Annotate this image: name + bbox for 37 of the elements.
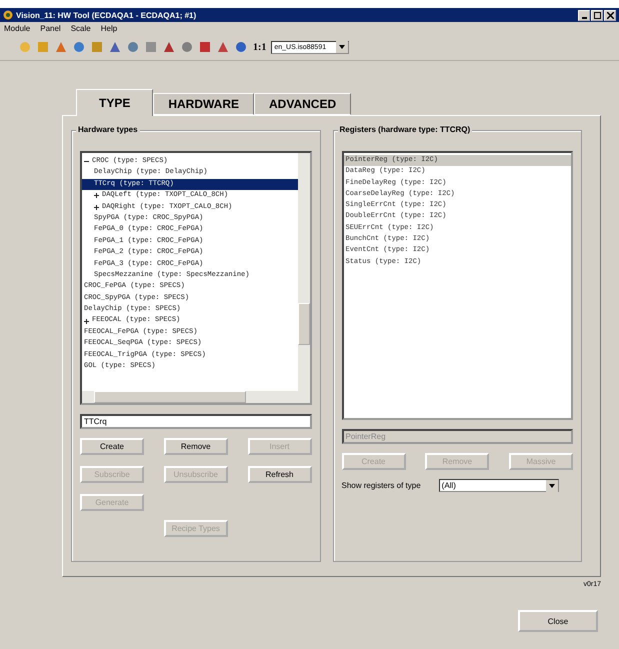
collapse-icon (84, 159, 89, 164)
maximize-button[interactable] (591, 10, 603, 20)
tab[interactable]: HARDWARE (153, 93, 254, 115)
close-button[interactable] (604, 10, 616, 20)
tab[interactable]: ADVANCED (254, 93, 352, 115)
app-icon (3, 10, 13, 20)
toolbar-icon[interactable] (90, 39, 104, 55)
window-title: Vision_11: HW Tool (ECDAQA1 - ECDAQA1; #1) (16, 10, 198, 20)
register-type-dropdown[interactable]: (All) (438, 479, 559, 492)
close-button[interactable]: Close (518, 610, 598, 632)
toolbar-icon[interactable] (234, 39, 248, 55)
vertical-scrollbar[interactable] (298, 153, 310, 391)
action-button[interactable]: Remove (164, 438, 228, 455)
group-title: Registers (hardware type: TTCRQ) (338, 125, 472, 134)
menu-item[interactable]: Help (100, 24, 118, 32)
name-field[interactable]: TTCrq (80, 414, 312, 429)
close-icon (606, 12, 614, 18)
group-title: Hardware types (76, 125, 140, 134)
toolbar-icon[interactable] (180, 39, 194, 55)
toolbar-icon[interactable] (144, 39, 158, 55)
toolbar-icon[interactable] (72, 39, 86, 55)
expand-icon (84, 318, 89, 324)
tab[interactable]: TYPE (76, 89, 154, 116)
minimize-button[interactable] (578, 10, 590, 20)
menu-item[interactable]: Panel (40, 24, 61, 32)
menu-item[interactable]: Scale (70, 24, 91, 32)
zoom-button[interactable]: 1:1 (252, 39, 268, 55)
action-button[interactable]: Refresh (248, 466, 312, 483)
expand-icon (94, 193, 99, 198)
filter-label: Show registers of type (342, 481, 421, 490)
toolbar-icon[interactable] (198, 39, 212, 55)
maximize-icon (594, 12, 600, 18)
toolbar-icon[interactable] (126, 39, 140, 55)
expand-icon (94, 204, 99, 210)
horizontal-scrollbar[interactable] (82, 391, 310, 403)
menu-item[interactable]: Module (4, 24, 30, 32)
action-button[interactable]: Create (80, 438, 144, 455)
